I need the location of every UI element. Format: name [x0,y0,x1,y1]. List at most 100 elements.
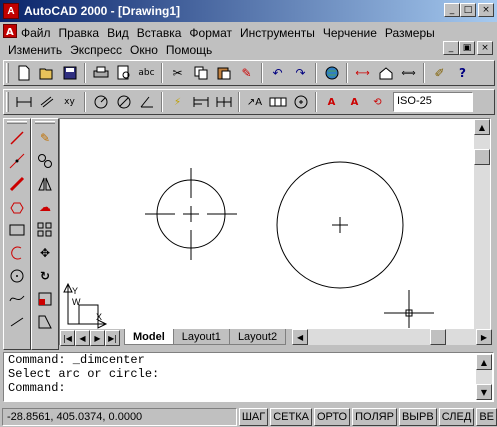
scroll-thumb[interactable] [474,149,490,165]
match-properties-icon[interactable]: ✎ [235,62,258,84]
spline-icon[interactable] [4,287,30,310]
menu-draw[interactable]: Черчение [319,26,381,40]
small-circle[interactable] [145,168,237,260]
menu-dimension[interactable]: Размеры [381,26,439,40]
angular-dim-icon[interactable] [135,91,158,113]
tolerance-icon[interactable] [266,91,289,113]
circle-icon[interactable] [4,264,30,287]
horizontal-scrollbar[interactable]: ◀ ▶ [292,329,492,345]
center-mark-icon[interactable] [289,91,312,113]
redo-icon[interactable]: ↷ [289,62,312,84]
array-icon[interactable] [32,218,58,241]
save-icon[interactable] [58,62,81,84]
toolbar-grip[interactable] [7,121,27,124]
rectangle-icon[interactable] [4,218,30,241]
stretch-icon[interactable] [32,310,58,333]
minimize-button[interactable]: _ [444,3,460,17]
menu-tools[interactable]: Инструменты [236,26,319,40]
close-button[interactable]: × [478,3,494,17]
baseline-dim-icon[interactable] [189,91,212,113]
command-prompt[interactable]: Command: [4,381,493,395]
toolbar-grip[interactable] [6,92,9,112]
menu-view[interactable]: Вид [103,26,133,40]
polar-toggle[interactable]: ПОЛЯР [352,407,397,426]
vertical-scrollbar[interactable]: ▲ [474,119,490,329]
move-icon[interactable]: ✥ [32,241,58,264]
ordinate-dim-icon[interactable]: xy [58,91,81,113]
rotate-icon[interactable]: ↻ [32,264,58,287]
menu-format[interactable]: Формат [185,26,236,40]
next-tab-button[interactable]: ▶ [90,330,105,346]
doc-minimize-button[interactable]: _ [443,41,459,55]
ellipse-icon[interactable] [4,310,30,333]
polyline-icon[interactable] [4,172,30,195]
prev-tab-button[interactable]: ◀ [75,330,90,346]
print-preview-icon[interactable] [112,62,135,84]
maximize-button[interactable]: □ [460,3,476,17]
spell-check-icon[interactable]: abc [135,62,158,84]
toolbar-grip[interactable] [35,121,55,124]
mirror-icon[interactable] [32,172,58,195]
undo-icon[interactable]: ↶ [266,62,289,84]
scroll-up-button[interactable]: ▲ [474,119,490,135]
erase-icon[interactable]: ✎ [32,126,58,149]
osnap-toggle[interactable]: ВЫРВ [398,407,437,426]
menu-modify[interactable]: Изменить [4,43,66,57]
doc-restore-button[interactable]: ▣ [459,41,475,55]
copy-object-icon[interactable] [32,149,58,172]
quick-dim-icon[interactable]: ⚡ [166,91,189,113]
dim-update-icon[interactable]: ⟲ [366,91,389,113]
dim-text-edit-icon[interactable]: A [343,91,366,113]
last-tab-button[interactable]: ▶| [105,330,120,346]
print-icon[interactable] [89,62,112,84]
doc-icon[interactable]: A [3,24,17,41]
diameter-dim-icon[interactable] [112,91,135,113]
ortho-toggle[interactable]: ОРТО [313,407,351,426]
coordinate-display[interactable]: -28.8561, 405.0374, 0.0000 [2,407,237,426]
tracking-icon[interactable]: ⟺ [397,62,420,84]
line-icon[interactable] [4,126,30,149]
new-icon[interactable] [12,62,35,84]
scroll-left-button[interactable]: ◀ [292,329,309,345]
menu-express[interactable]: Экспресс [66,43,126,57]
cmd-scroll-up-button[interactable]: ▲ [476,354,492,370]
leader-icon[interactable]: ↗A [243,91,266,113]
distance-icon[interactable]: ⟷ [351,62,374,84]
snap-toggle[interactable]: ШАГ [238,407,269,426]
internet-icon[interactable] [320,62,343,84]
scroll-right-button[interactable]: ▶ [476,329,492,345]
dimstyle-select[interactable]: ISO-25 [393,92,473,112]
copy-icon[interactable] [189,62,212,84]
menu-help[interactable]: Помощь [162,43,216,57]
open-icon[interactable] [35,62,58,84]
arc-icon[interactable] [4,241,30,264]
cut-icon[interactable]: ✂ [166,62,189,84]
help-icon[interactable]: ? [451,62,474,84]
autocad-app-icon[interactable]: A [3,3,19,19]
otrack-toggle[interactable]: СЛЕД [438,407,475,426]
cmd-scroll-down-button[interactable]: ▼ [476,384,492,400]
insert-block-icon[interactable] [374,62,397,84]
continue-dim-icon[interactable] [212,91,235,113]
menu-insert[interactable]: Вставка [133,26,186,40]
pen-icon[interactable]: ✐ [428,62,451,84]
tab-model[interactable]: Model [124,329,174,345]
polygon-icon[interactable] [4,195,30,218]
aligned-dim-icon[interactable] [35,91,58,113]
scroll-h-thumb[interactable] [430,329,446,345]
model-space-canvas[interactable]: Y W X [60,119,476,329]
menu-edit[interactable]: Правка [55,26,104,40]
toolbar-grip[interactable] [6,63,9,83]
command-scrollbar[interactable]: ▲ ▼ [476,354,492,400]
menu-file[interactable]: Файл [17,26,55,40]
tab-layout1[interactable]: Layout1 [172,329,230,345]
offset-icon[interactable]: ☁ [32,195,58,218]
large-circle[interactable] [276,161,404,289]
menu-window[interactable]: Окно [126,43,162,57]
dim-edit-icon[interactable]: A [320,91,343,113]
grid-toggle[interactable]: СЕТКА [270,407,312,426]
paste-icon[interactable] [212,62,235,84]
radius-dim-icon[interactable] [89,91,112,113]
lwt-toggle[interactable]: ВЕ [476,407,497,426]
tab-layout2[interactable]: Layout2 [228,329,287,345]
